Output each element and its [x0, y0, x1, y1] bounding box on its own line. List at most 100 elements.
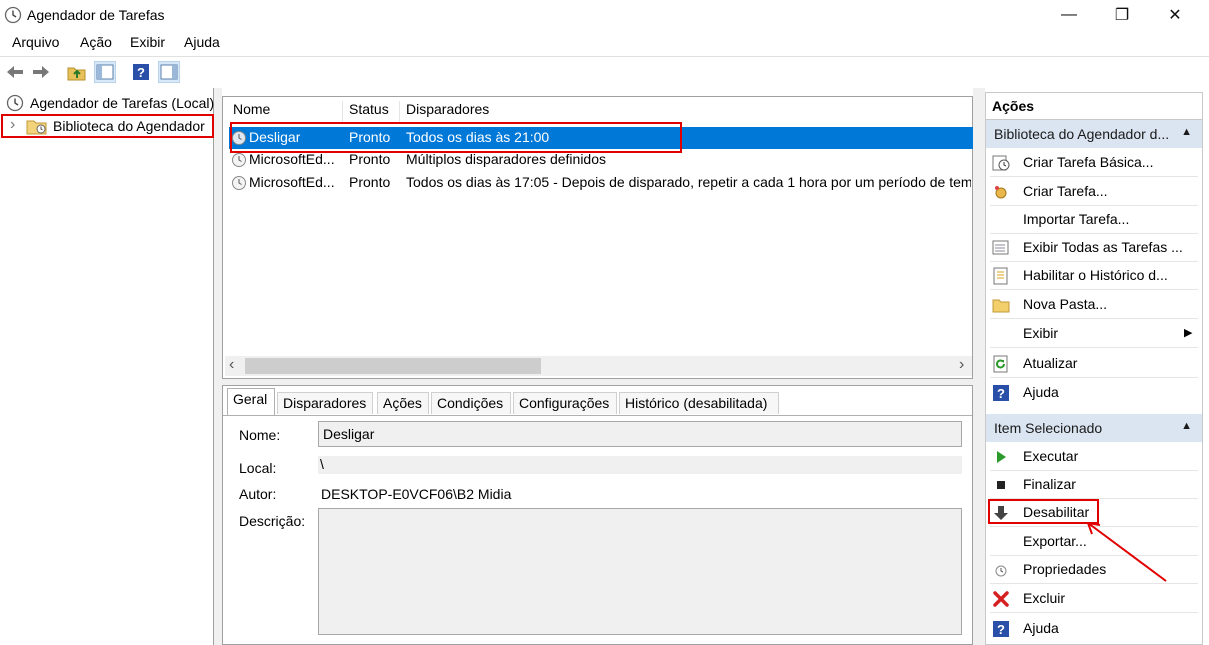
column-header-disparadores[interactable]: Disparadores: [400, 101, 960, 123]
tab-condicoes[interactable]: Condições: [431, 392, 511, 414]
arrow-left-icon: [7, 66, 23, 78]
window-title: Agendador de Tarefas: [27, 7, 165, 23]
close-button[interactable]: ✕: [1152, 0, 1198, 30]
description-label: Descrição:: [239, 513, 306, 529]
pane-splitter[interactable]: [214, 88, 222, 645]
menu-arquivo[interactable]: Arquivo: [12, 34, 59, 50]
location-label: Local:: [239, 460, 277, 476]
scroll-right-icon[interactable]: ›: [959, 356, 964, 374]
scroll-left-icon[interactable]: ‹: [229, 356, 234, 374]
task-status: Pronto: [349, 151, 391, 167]
action-exibir[interactable]: Exibir ▶: [986, 319, 1202, 347]
section-header-biblioteca[interactable]: Biblioteca do Agendador d... ▲: [986, 120, 1202, 148]
help-icon: ?: [993, 385, 1009, 401]
action-nova-pasta[interactable]: Nova Pasta...: [986, 290, 1202, 318]
run-icon: [997, 451, 1006, 463]
table-row[interactable]: MicrosoftEd... Pronto Todos os dias às 1…: [229, 172, 974, 194]
action-label: Executar: [1023, 448, 1079, 464]
author-value: DESKTOP-E0VCF06\B2 Midia: [321, 486, 512, 502]
tree-root-label: Agendador de Tarefas (Local): [30, 95, 215, 111]
refresh-icon: [993, 355, 1008, 373]
section-header-label: Item Selecionado: [994, 420, 1103, 436]
help-button[interactable]: ?: [130, 61, 152, 83]
horizontal-scrollbar[interactable]: ‹ ›: [225, 356, 972, 376]
action-exibir-todas[interactable]: Exibir Todas as Tarefas ...: [986, 233, 1202, 261]
tab-acoes[interactable]: Ações: [377, 392, 429, 414]
location-value: \: [320, 456, 324, 472]
properties-clock-icon: [995, 565, 1007, 577]
action-label: Ajuda: [1023, 620, 1059, 636]
help-icon: ?: [133, 64, 149, 80]
pane-splitter[interactable]: [973, 88, 985, 645]
action-label: Exportar...: [1023, 533, 1087, 549]
menu-ajuda[interactable]: Ajuda: [184, 34, 220, 50]
delete-x-icon: [993, 591, 1009, 607]
submenu-arrow-icon: ▶: [1184, 327, 1193, 339]
tree-pane: Agendador de Tarefas (Local) › Bibliotec…: [0, 88, 214, 645]
action-importar-tarefa[interactable]: Importar Tarefa...: [986, 205, 1202, 233]
action-executar[interactable]: Executar: [986, 442, 1202, 470]
description-field[interactable]: [318, 508, 962, 635]
task-clock-icon: [232, 153, 246, 167]
tab-configuracoes[interactable]: Configurações: [513, 392, 617, 414]
action-criar-tarefa-basica[interactable]: Criar Tarefa Básica...: [986, 148, 1202, 176]
show-tree-button[interactable]: [94, 61, 116, 83]
arrow-right-icon: [33, 66, 49, 78]
title-bar: Agendador de Tarefas — ❐ ✕: [0, 0, 1209, 32]
menu-bar: Arquivo Ação Exibir Ajuda: [0, 32, 1209, 54]
menu-acao[interactable]: Ação: [80, 34, 112, 50]
action-atualizar[interactable]: Atualizar: [986, 349, 1202, 377]
action-label: Excluir: [1023, 590, 1066, 606]
name-field[interactable]: Desligar: [318, 421, 962, 447]
action-label: Importar Tarefa...: [1023, 211, 1130, 227]
tree-root[interactable]: Agendador de Tarefas (Local): [4, 92, 214, 114]
task-details: Geral Disparadores Ações Condições Confi…: [222, 385, 973, 645]
maximize-button[interactable]: ❐: [1099, 0, 1145, 30]
tab-geral[interactable]: Geral: [227, 388, 275, 416]
tab-divider: [223, 415, 972, 416]
task-list: Nome Status Disparadores Desligar Pronto…: [222, 96, 973, 379]
action-label: Finalizar: [1023, 476, 1076, 492]
section-header-item-selecionado[interactable]: Item Selecionado ▲: [986, 414, 1202, 442]
svg-text:?: ?: [997, 386, 1005, 401]
tree-pane-icon: [96, 64, 114, 80]
up-folder-button[interactable]: [66, 61, 88, 83]
scrollbar-thumb[interactable]: [245, 358, 541, 374]
toolbar: ?: [0, 56, 1209, 84]
action-finalizar[interactable]: Finalizar: [986, 470, 1202, 498]
tab-disparadores[interactable]: Disparadores: [277, 392, 373, 414]
task-trigger: Todos os dias às 17:05 - Depois de dispa…: [406, 174, 971, 190]
action-habilitar-historico[interactable]: Habilitar o Histórico d...: [986, 261, 1202, 289]
tab-historico[interactable]: Histórico (desabilitada): [619, 392, 779, 414]
action-criar-tarefa[interactable]: Criar Tarefa...: [986, 177, 1202, 205]
collapse-icon[interactable]: ▲: [1181, 126, 1192, 138]
task-status: Pronto: [349, 174, 391, 190]
action-label: Criar Tarefa Básica...: [1023, 154, 1154, 170]
task-name: MicrosoftEd...: [249, 151, 335, 167]
show-actions-button[interactable]: [158, 61, 180, 83]
action-label: Exibir: [1023, 325, 1059, 341]
action-label: Habilitar o Histórico d...: [1023, 267, 1168, 283]
action-ajuda[interactable]: ? Ajuda: [986, 378, 1202, 406]
action-label: Exibir Todas as Tarefas ...: [1023, 239, 1183, 255]
clock-icon: [4, 6, 22, 24]
collapse-icon[interactable]: ▲: [1181, 420, 1192, 432]
task-clock-icon: [232, 176, 246, 190]
history-icon: [993, 267, 1008, 285]
annotation-arrow-icon: [1087, 522, 1167, 582]
help-icon: ?: [993, 621, 1009, 637]
actions-pane-icon: [160, 64, 178, 80]
svg-text:?: ?: [137, 65, 145, 80]
action-label: Nova Pasta...: [1023, 296, 1108, 312]
column-header-status[interactable]: Status: [343, 101, 400, 123]
forward-button[interactable]: [30, 61, 52, 83]
minimize-button[interactable]: —: [1046, 0, 1092, 30]
action-ajuda-item[interactable]: ? Ajuda: [986, 614, 1202, 642]
action-label: Atualizar: [1023, 355, 1078, 371]
column-header-nome[interactable]: Nome: [227, 101, 343, 123]
menu-exibir[interactable]: Exibir: [130, 34, 165, 50]
location-field[interactable]: \: [318, 456, 962, 474]
author-label: Autor:: [239, 486, 277, 502]
back-button[interactable]: [4, 61, 26, 83]
task-name: MicrosoftEd...: [249, 174, 335, 190]
